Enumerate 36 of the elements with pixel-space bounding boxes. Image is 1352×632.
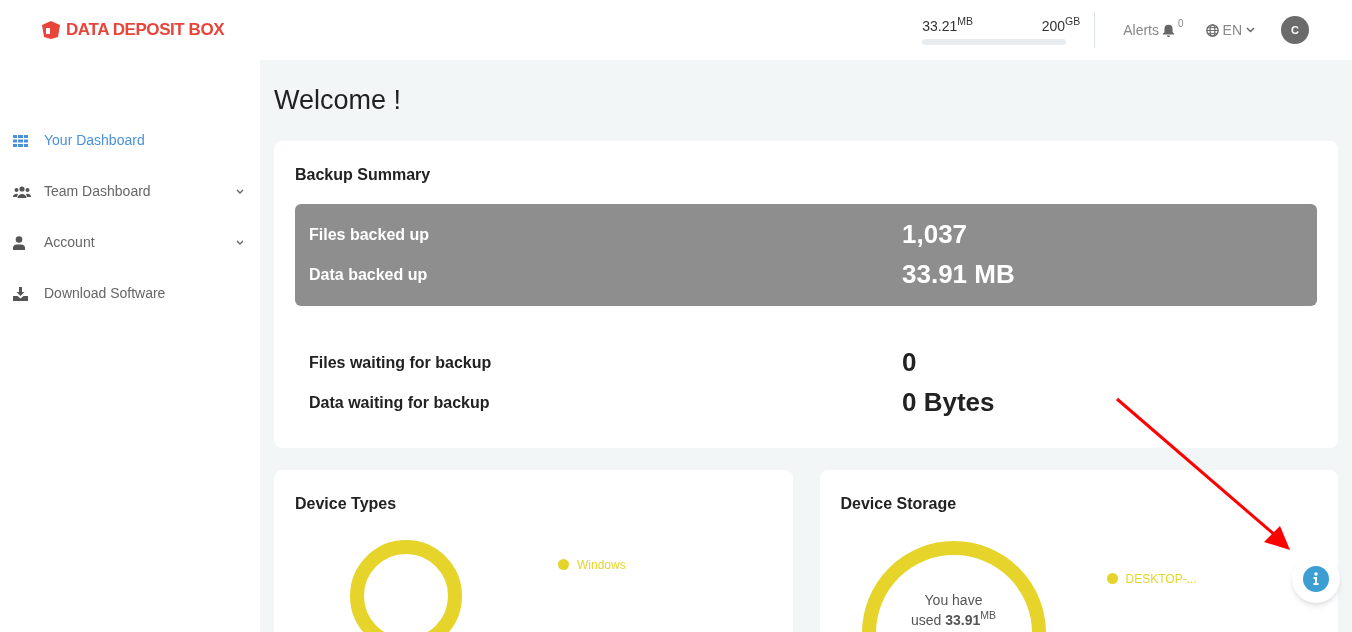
- logo-box-icon: [40, 20, 62, 40]
- metric-label: Data backed up: [309, 264, 429, 285]
- info-icon: [1303, 566, 1329, 592]
- card-title: Device Storage: [840, 493, 958, 514]
- storage-used: 33.21$^{MB}$: [922, 15, 973, 36]
- sidebar-item[interactable]: Your Dashboard: [0, 115, 260, 166]
- metric-value: 0 Bytes: [902, 386, 995, 419]
- bell-icon[interactable]: [1162, 23, 1175, 37]
- sidebar-item[interactable]: Account: [0, 217, 260, 268]
- storage-used-caption: You have: [924, 590, 983, 610]
- page-title: Welcome !: [274, 84, 403, 117]
- metric-label: Files backed up: [309, 224, 431, 245]
- sidebar-item[interactable]: Team Dashboard: [0, 166, 260, 217]
- alerts-label[interactable]: Alerts: [1123, 19, 1159, 41]
- storage-total: 200$^{GB}$: [1041, 15, 1081, 36]
- grid-icon: [13, 134, 28, 147]
- alerts-count: 0: [1178, 17, 1184, 30]
- sidebar-item[interactable]: Download Software: [0, 268, 260, 319]
- globe-icon: [1205, 23, 1219, 37]
- download-icon: [13, 286, 28, 301]
- legend-label: DESKTOP-...: [1125, 570, 1197, 588]
- brand-name: DATA DEPOSIT BOX: [66, 19, 225, 42]
- metric-value: 33.91 MB: [902, 258, 1015, 291]
- user-avatar[interactable]: C: [1281, 16, 1309, 44]
- card-title: Backup Summary: [295, 164, 432, 185]
- storage-used-amount: used 33.91$^{MB}$: [910, 609, 996, 630]
- metric-label: Data waiting for backup: [309, 392, 491, 413]
- legend-label: Windows: [577, 556, 626, 574]
- user-icon: [13, 235, 25, 250]
- card-title: Device Types: [295, 493, 398, 514]
- users-icon: [13, 185, 31, 198]
- metric-label: Files waiting for backup: [309, 352, 493, 373]
- metric-value: 1,037: [902, 218, 968, 251]
- metric-value: 0: [902, 346, 917, 379]
- language-selector[interactable]: EN: [1205, 19, 1255, 41]
- chevron-down-icon: [1246, 27, 1255, 33]
